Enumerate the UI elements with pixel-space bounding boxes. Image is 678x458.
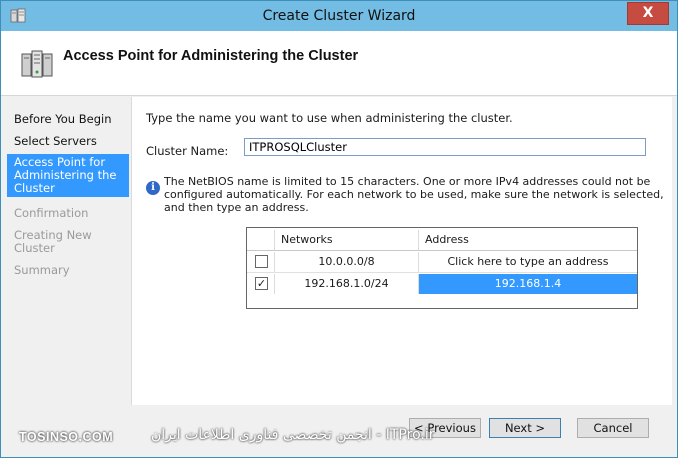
- instruction-text: Type the name you want to use when admin…: [146, 111, 513, 125]
- cluster-servers-icon: [21, 50, 53, 78]
- close-icon: X: [642, 5, 654, 21]
- page-title: Access Point for Administering the Clust…: [63, 48, 359, 64]
- network-checkbox[interactable]: [255, 255, 268, 268]
- close-button[interactable]: X: [627, 2, 669, 25]
- watermark-left: TOSINSO.COM: [19, 430, 114, 444]
- step-confirmation: Confirmation: [14, 206, 89, 220]
- header-checkbox-column: [247, 230, 275, 250]
- network-checkbox-checked[interactable]: ✓: [255, 277, 268, 290]
- watermark-right: ITPro.ir - انجمن تخصصی فناوری اطلاعات ای…: [151, 427, 435, 443]
- address-cell[interactable]: Click here to type an address: [419, 252, 637, 272]
- networks-table: Networks Address 10.0.0.0/8 Click here t…: [246, 227, 638, 309]
- network-cell: 192.168.1.0/24: [275, 274, 419, 294]
- header-networks[interactable]: Networks: [275, 230, 419, 250]
- wizard-window: Create Cluster Wizard X Access Point for…: [0, 0, 678, 458]
- cluster-name-input[interactable]: [244, 138, 646, 156]
- step-summary: Summary: [14, 263, 70, 277]
- info-text: The NetBIOS name is limited to 15 charac…: [164, 175, 664, 214]
- wizard-header: Access Point for Administering the Clust…: [1, 31, 677, 96]
- table-row[interactable]: 10.0.0.0/8 Click here to type an address: [247, 252, 637, 273]
- info-icon: i: [146, 181, 160, 195]
- content-panel: Type the name you want to use when admin…: [131, 97, 672, 405]
- header-address[interactable]: Address: [419, 230, 637, 250]
- wizard-steps: Before You Begin Select Servers Access P…: [7, 99, 129, 439]
- window-title: Create Cluster Wizard: [262, 8, 416, 24]
- network-cell: 10.0.0.0/8: [275, 252, 419, 272]
- cluster-name-label: Cluster Name:: [146, 144, 229, 158]
- cancel-button[interactable]: Cancel: [577, 418, 649, 438]
- step-creating-new-cluster: Creating New Cluster: [14, 228, 92, 255]
- step-before-you-begin[interactable]: Before You Begin: [7, 113, 129, 126]
- address-cell-selected[interactable]: 192.168.1.4: [419, 274, 637, 294]
- table-header: Networks Address: [247, 230, 637, 251]
- next-button[interactable]: Next >: [489, 418, 561, 438]
- step-select-servers[interactable]: Select Servers: [7, 135, 129, 148]
- step-access-point[interactable]: Access Point for Administering the Clust…: [7, 154, 129, 197]
- table-row[interactable]: ✓ 192.168.1.0/24 192.168.1.4: [247, 274, 637, 294]
- title-bar[interactable]: Create Cluster Wizard X: [1, 1, 677, 31]
